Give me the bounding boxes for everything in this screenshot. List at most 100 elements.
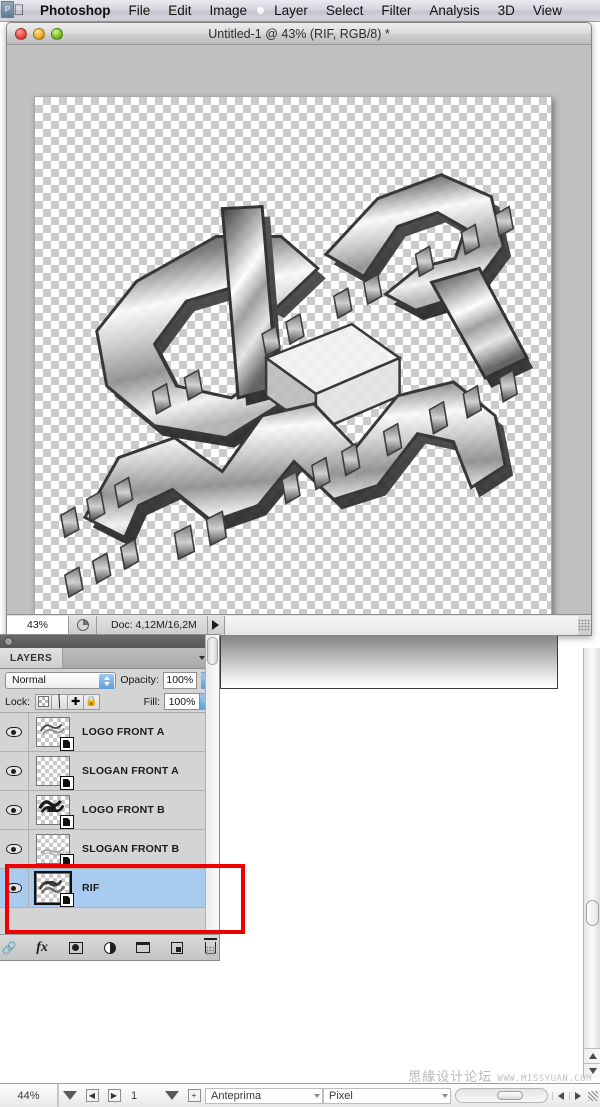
layers-scrollbar-thumb[interactable] xyxy=(207,637,218,665)
new-layer-icon[interactable] xyxy=(169,939,186,957)
document-title: Untitled-1 @ 43% (RIF, RGB/8) * xyxy=(208,26,390,41)
table-row[interactable]: LOGO FRONT A xyxy=(0,713,219,752)
eye-icon xyxy=(6,844,22,854)
triangle-left-icon: ◀ xyxy=(85,1089,99,1102)
page-number-field[interactable]: 1 xyxy=(125,1090,161,1102)
tab-layers[interactable]: LAYERS xyxy=(0,648,64,668)
triangle-left-icon xyxy=(558,1091,564,1100)
lock-all-icon[interactable]: 🔒 xyxy=(83,693,101,710)
fill-label: Fill: xyxy=(143,695,160,708)
triangle-right-icon xyxy=(212,620,220,630)
menu-item-view[interactable]: View xyxy=(524,0,571,22)
fill-input[interactable]: 100% xyxy=(164,693,200,710)
layer-visibility-toggle[interactable] xyxy=(0,791,29,829)
menu-item-edit[interactable]: Edit xyxy=(159,0,200,22)
blend-mode-stepper-icon[interactable] xyxy=(99,673,115,689)
minimize-icon[interactable] xyxy=(33,27,45,40)
zoom-icon[interactable] xyxy=(51,27,63,40)
layer-thumbnail-cell[interactable] xyxy=(29,756,76,790)
logo-artwork xyxy=(60,173,534,599)
opacity-input[interactable]: 100% xyxy=(162,671,197,689)
smart-object-badge-icon xyxy=(59,854,74,868)
close-icon[interactable] xyxy=(15,27,27,40)
canvas-area[interactable] xyxy=(7,45,591,615)
layer-name: SLOGAN FRONT B xyxy=(82,843,180,855)
table-row[interactable]: LOGO FRONT B xyxy=(0,791,219,830)
layer-visibility-toggle[interactable] xyxy=(0,830,29,868)
menu-item-3d[interactable]: 3D xyxy=(489,0,524,22)
layer-visibility-toggle[interactable] xyxy=(0,869,29,907)
menu-item-select[interactable]: Select xyxy=(317,0,373,22)
panel-drag-handle[interactable]: ◂◂ xyxy=(0,635,219,648)
bottom-dropdown-button-2[interactable] xyxy=(161,1084,183,1107)
bottom-slider-thumb[interactable] xyxy=(496,1091,523,1100)
layers-scrollbar[interactable] xyxy=(205,635,219,960)
scroll-down-button[interactable] xyxy=(584,1063,600,1078)
window-controls xyxy=(15,27,63,40)
bottom-resize-grip[interactable] xyxy=(586,1084,600,1107)
scrollbar-thumb[interactable] xyxy=(586,900,599,926)
window-resize-grip[interactable] xyxy=(578,619,590,631)
panel-resize-grip[interactable] xyxy=(206,946,216,956)
nav-left-button[interactable] xyxy=(552,1091,569,1100)
add-button[interactable]: + xyxy=(183,1084,205,1107)
layer-thumbnail-cell[interactable] xyxy=(29,871,76,907)
layer-name: RIF xyxy=(82,882,100,894)
lock-pixels-icon[interactable]: ╱ xyxy=(51,693,69,710)
plus-box-icon: + xyxy=(187,1089,201,1102)
status-bar-filler xyxy=(224,615,578,635)
layer-thumbnail-cell[interactable] xyxy=(29,717,76,751)
bottom-nav-arrows xyxy=(552,1091,586,1100)
link-layers-icon[interactable]: 🔗 xyxy=(0,939,17,957)
panel-tab-row: LAYERS xyxy=(0,648,219,669)
preview-mode-value: Anteprima xyxy=(211,1089,262,1102)
preview-mode-select[interactable]: Anteprima xyxy=(205,1087,323,1104)
layer-style-fx-icon[interactable]: fx xyxy=(34,939,51,957)
layer-visibility-toggle[interactable] xyxy=(0,752,29,790)
nav-right-button[interactable] xyxy=(569,1091,586,1100)
status-info-menu[interactable] xyxy=(69,615,97,635)
document-status-bar: 43% Doc: 4,12M/16,2M xyxy=(7,614,591,635)
layer-thumbnail-cell[interactable] xyxy=(29,795,76,829)
smart-object-badge-icon xyxy=(59,815,74,829)
adjustment-layer-icon[interactable] xyxy=(101,939,118,957)
table-row[interactable]: RIF xyxy=(0,869,219,908)
document-window: Untitled-1 @ 43% (RIF, RGB/8) * 43% Doc:… xyxy=(6,22,592,636)
bottom-zoom-field[interactable]: 44% xyxy=(0,1084,58,1107)
document-titlebar[interactable]: Untitled-1 @ 43% (RIF, RGB/8) * xyxy=(7,23,591,45)
new-group-icon[interactable] xyxy=(135,939,152,957)
layer-visibility-toggle[interactable] xyxy=(0,713,29,751)
menu-item-file[interactable]: File xyxy=(120,0,160,22)
menu-item-photoshop[interactable]: Photoshop xyxy=(38,0,120,22)
lock-transparency-icon[interactable] xyxy=(35,693,53,710)
scroll-up-button[interactable] xyxy=(584,1048,600,1063)
eye-icon xyxy=(6,727,22,737)
menu-item-image[interactable]: Image xyxy=(201,0,257,22)
lock-button-group: ╱ ✚ 🔒 xyxy=(35,693,101,710)
mac-menu-bar: P  Photoshop File Edit Image Layer Sele… xyxy=(0,0,600,22)
bottom-dropdown-button-1[interactable] xyxy=(59,1084,81,1107)
status-menu-button[interactable] xyxy=(206,615,225,635)
page-prev-button[interactable]: ◀ xyxy=(81,1084,103,1107)
blend-mode-select[interactable]: Normal xyxy=(5,671,117,689)
smart-object-badge-icon xyxy=(59,737,74,751)
background-window-panel xyxy=(220,636,558,689)
table-row[interactable]: SLOGAN FRONT B xyxy=(0,830,219,869)
layer-mask-icon[interactable] xyxy=(67,939,84,957)
panel-grab-circle-icon xyxy=(4,637,13,646)
canvas-document[interactable] xyxy=(34,96,552,615)
layer-thumbnail xyxy=(35,834,74,868)
units-select[interactable]: Pixel xyxy=(323,1087,451,1104)
page-next-button[interactable]: ▶ xyxy=(103,1084,125,1107)
lock-position-icon[interactable]: ✚ xyxy=(67,693,85,710)
layer-thumbnail xyxy=(33,871,74,907)
menu-item-layer[interactable]: Layer xyxy=(265,0,317,22)
zoom-level-field[interactable]: 43% xyxy=(7,615,69,635)
bottom-slider[interactable] xyxy=(455,1088,548,1103)
photoshop-app-badge-icon: P xyxy=(1,1,14,18)
menu-item-analysis[interactable]: Analysis xyxy=(420,0,488,22)
menu-item-filter[interactable]: Filter xyxy=(372,0,420,22)
table-row[interactable]: SLOGAN FRONT A xyxy=(0,752,219,791)
workspace-vertical-scrollbar[interactable] xyxy=(583,648,600,1078)
layer-thumbnail-cell[interactable] xyxy=(29,834,76,868)
